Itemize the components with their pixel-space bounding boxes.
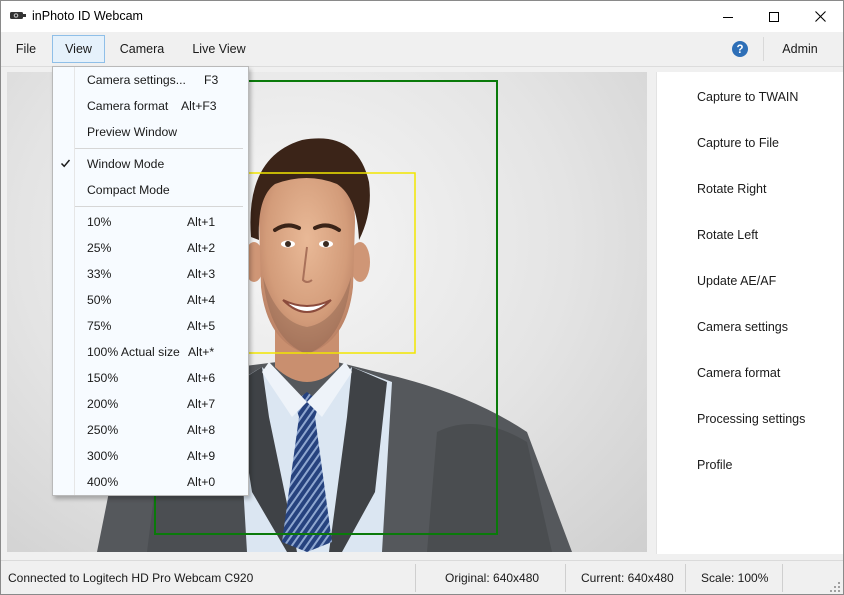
menu-item-label: 150%: [87, 371, 119, 385]
menu-item-label: 100% Actual size: [87, 345, 180, 359]
processing-settings-button[interactable]: Processing settings: [697, 409, 805, 429]
maximize-button[interactable]: [751, 1, 797, 32]
status-separator: [782, 564, 783, 592]
menu-separator: [75, 148, 243, 149]
menu-item-shortcut: Alt+5: [187, 319, 216, 333]
menu-item-label: 75%: [87, 319, 112, 333]
rotate-left-button[interactable]: Rotate Left: [697, 225, 758, 245]
menu-admin[interactable]: Admin: [768, 35, 832, 63]
profile-button[interactable]: Profile: [697, 455, 732, 475]
menu-item-label: 400%: [87, 475, 119, 489]
status-scale: Scale: 100%: [701, 571, 769, 585]
menu-item-zoom-10[interactable]: 10% Alt+1: [53, 211, 248, 233]
menu-item-shortcut: Alt+*: [188, 345, 215, 359]
menu-item-zoom-400[interactable]: 400% Alt+0: [53, 471, 248, 493]
window-title: inPhoto ID Webcam: [32, 9, 143, 23]
status-connection: Connected to Logitech HD Pro Webcam C920: [8, 571, 254, 585]
menu-item-zoom-25[interactable]: 25% Alt+2: [53, 237, 248, 259]
menu-view[interactable]: View: [52, 35, 105, 63]
status-separator: [415, 564, 416, 592]
maximize-icon: [769, 11, 779, 22]
checkmark-icon: [60, 159, 71, 168]
status-current-size: Current: 640x480: [581, 571, 674, 585]
capture-to-file-button[interactable]: Capture to File: [697, 133, 779, 153]
svg-text:?: ?: [736, 44, 743, 56]
minimize-icon: [723, 16, 733, 18]
menu-item-label: Preview Window: [87, 125, 178, 139]
title-bar[interactable]: inPhoto ID Webcam: [1, 1, 843, 32]
menu-item-shortcut: Alt+1: [187, 215, 216, 229]
menu-item-label: 50%: [87, 293, 112, 307]
menu-camera[interactable]: Camera: [111, 35, 173, 63]
camera-format-button[interactable]: Camera format: [697, 363, 780, 383]
menu-item-compact-mode[interactable]: Compact Mode: [53, 179, 248, 201]
menu-item-label: 250%: [87, 423, 119, 437]
menu-item-label: 200%: [87, 397, 119, 411]
menu-item-zoom-150[interactable]: 150% Alt+6: [53, 367, 248, 389]
menu-item-label: Camera settings...: [87, 73, 186, 87]
menu-item-zoom-300[interactable]: 300% Alt+9: [53, 445, 248, 467]
menu-item-shortcut: F3: [204, 73, 219, 87]
menu-item-shortcut: Alt+F3: [181, 99, 217, 113]
capture-to-twain-button[interactable]: Capture to TWAIN: [697, 87, 798, 107]
menu-item-zoom-100[interactable]: 100% Actual size Alt+*: [53, 341, 248, 363]
close-icon: [814, 11, 826, 22]
menu-item-label: Window Mode: [87, 157, 165, 171]
menu-item-camera-format[interactable]: Camera format Alt+F3: [53, 95, 248, 117]
menu-file[interactable]: File: [5, 35, 47, 63]
menu-item-label: 300%: [87, 449, 119, 463]
rotate-right-button[interactable]: Rotate Right: [697, 179, 766, 199]
webcam-icon: [10, 12, 26, 19]
status-separator: [565, 564, 566, 592]
menu-item-shortcut: Alt+0: [187, 475, 216, 489]
resize-grip-icon[interactable]: [829, 581, 841, 593]
menu-item-window-mode[interactable]: Window Mode: [53, 153, 248, 175]
menu-bar: File View Camera Live View Admin: [1, 32, 843, 67]
menu-item-zoom-200[interactable]: 200% Alt+7: [53, 393, 248, 415]
help-icon[interactable]: ?: [732, 41, 748, 57]
menu-item-shortcut: Alt+3: [187, 267, 216, 281]
camera-settings-button[interactable]: Camera settings: [697, 317, 788, 337]
menu-item-preview-window[interactable]: Preview Window: [53, 121, 248, 143]
status-bar: Connected to Logitech HD Pro Webcam C920…: [1, 560, 843, 594]
update-ae-af-button[interactable]: Update AE/AF: [697, 271, 776, 291]
menu-item-shortcut: Alt+4: [187, 293, 216, 307]
app-window: inPhoto ID Webcam File View Camera Live …: [0, 0, 844, 595]
menu-item-label: 10%: [87, 215, 112, 229]
menu-separator: [75, 206, 243, 207]
action-panel: Capture to TWAIN Capture to File Rotate …: [656, 72, 843, 554]
menu-item-zoom-33[interactable]: 33% Alt+3: [53, 263, 248, 285]
menu-item-label: Compact Mode: [87, 183, 170, 197]
status-original-size: Original: 640x480: [445, 571, 540, 585]
menu-item-shortcut: Alt+7: [187, 397, 216, 411]
menu-separator: [763, 37, 764, 61]
menu-live-view[interactable]: Live View: [182, 35, 256, 63]
menu-item-shortcut: Alt+6: [187, 371, 216, 385]
menu-item-shortcut: Alt+8: [187, 423, 216, 437]
menu-item-zoom-50[interactable]: 50% Alt+4: [53, 289, 248, 311]
menu-item-camera-settings[interactable]: Camera settings... F3: [53, 69, 248, 91]
view-menu-dropdown: Camera settings... F3 Camera format Alt+…: [52, 66, 249, 496]
menu-item-shortcut: Alt+2: [187, 241, 216, 255]
menu-item-label: 25%: [87, 241, 112, 255]
menu-item-label: 33%: [87, 267, 112, 281]
close-button[interactable]: [797, 1, 843, 32]
minimize-button[interactable]: [705, 1, 751, 32]
menu-item-zoom-75[interactable]: 75% Alt+5: [53, 315, 248, 337]
menu-item-label: Camera format: [87, 99, 169, 113]
menu-item-shortcut: Alt+9: [187, 449, 216, 463]
status-separator: [685, 564, 686, 592]
menu-item-zoom-250[interactable]: 250% Alt+8: [53, 419, 248, 441]
